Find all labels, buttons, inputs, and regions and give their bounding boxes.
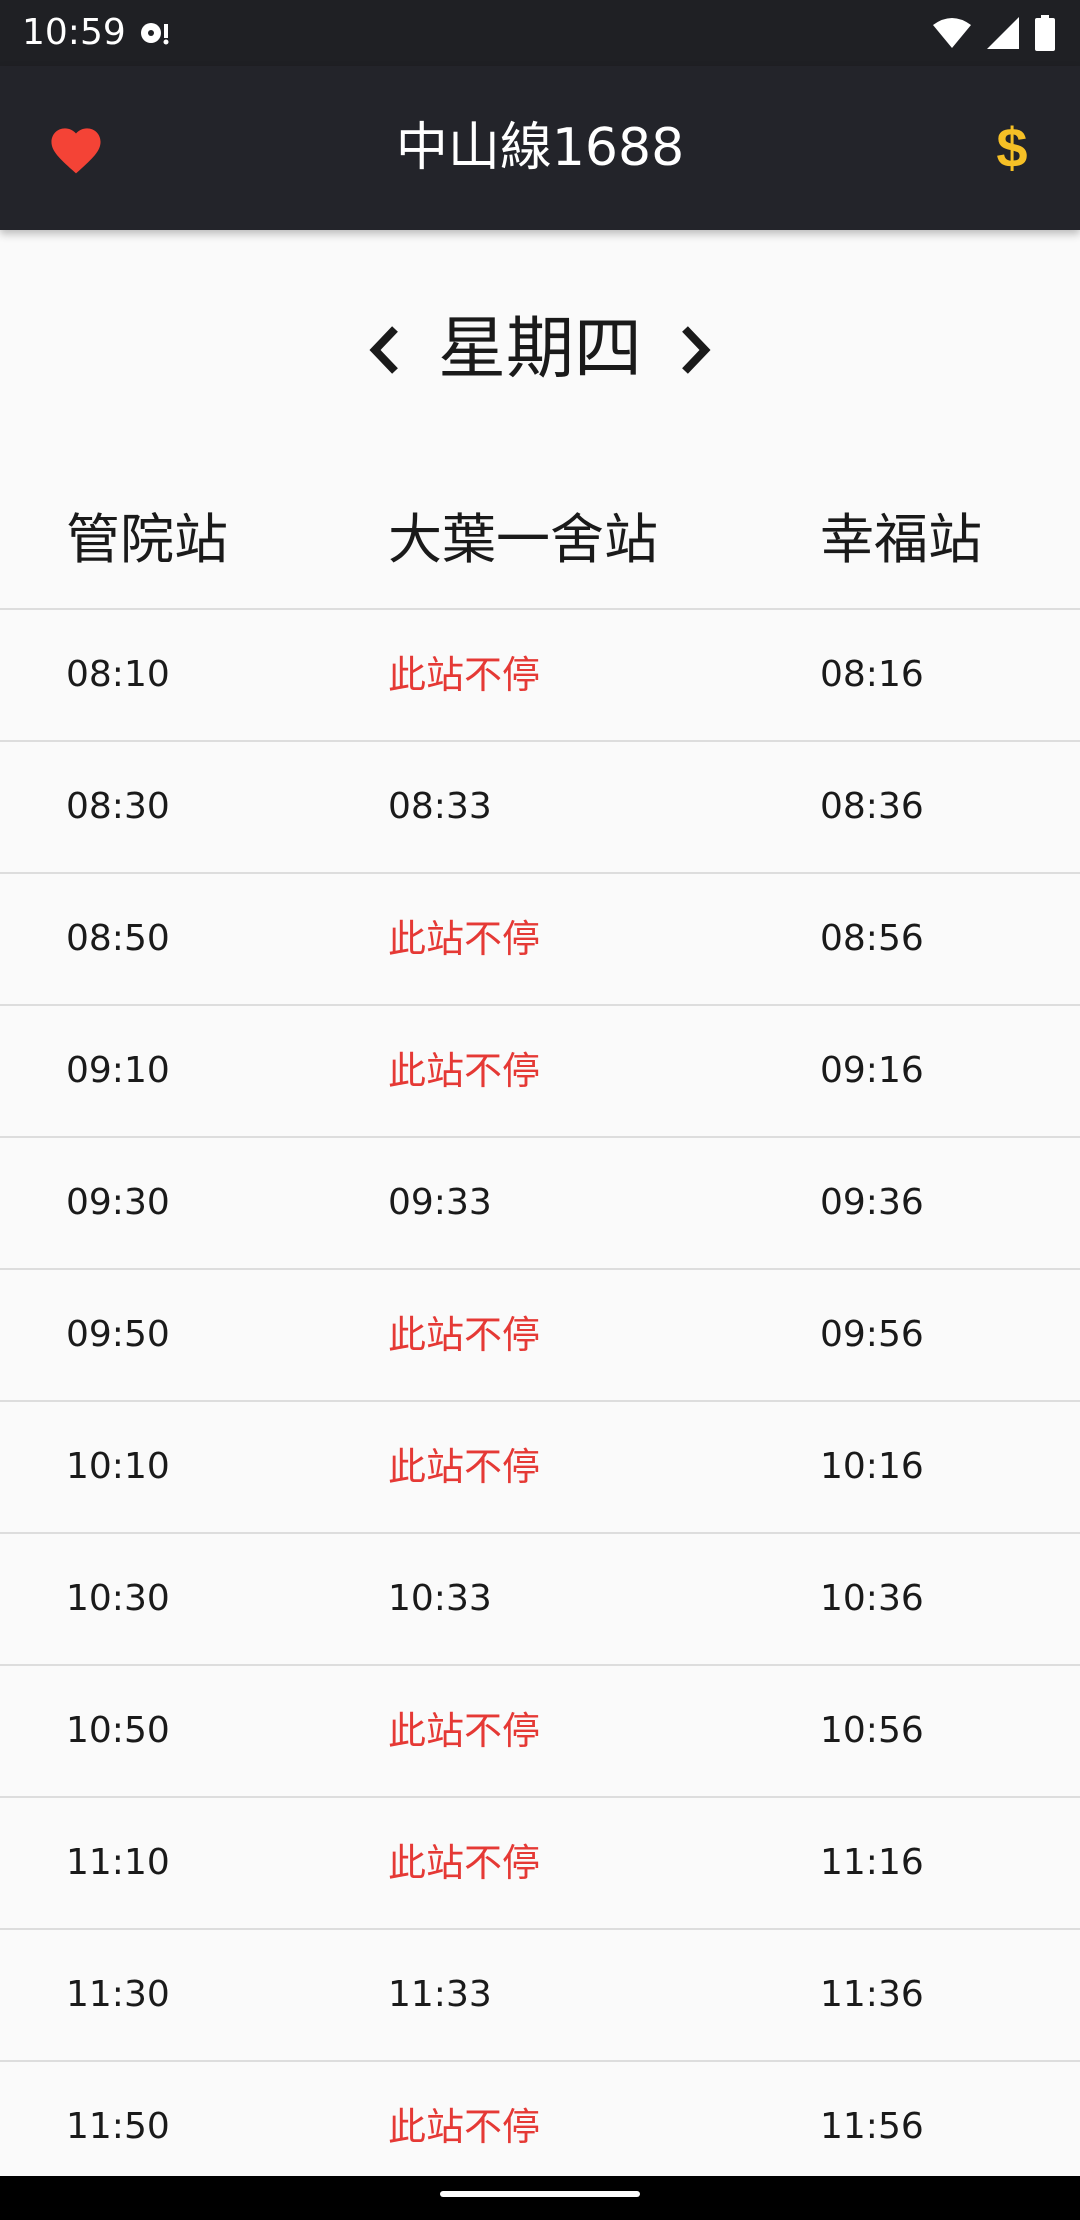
timetable-row: 09:10 此站不停 09:16: [0, 1006, 1080, 1138]
time-cell: 10:36: [820, 1578, 924, 1619]
time-cell: 此站不停: [388, 1445, 541, 1489]
time-cell: 11:10: [66, 1842, 170, 1883]
time-cell: 此站不停: [388, 1841, 541, 1885]
media-notification-icon: [141, 23, 169, 45]
app-title: 中山線1688: [395, 118, 685, 178]
time-cell: 11:33: [388, 1974, 492, 2015]
time-cell: 10:30: [66, 1578, 170, 1619]
station-header: 管院站: [66, 508, 228, 571]
day-selector: 星期四: [0, 300, 1080, 400]
timetable-row: 08:50 此站不停 08:56: [0, 874, 1080, 1006]
time-cell: 08:33: [388, 786, 492, 827]
timetable-list[interactable]: 08:10 此站不停 08:16 08:30 08:33 08:36 08:50 此站不停 08…: [0, 610, 1080, 2194]
timetable-row: 11:50 此站不停 11:56: [0, 2062, 1080, 2194]
time-cell: 09:10: [66, 1050, 170, 1091]
timetable-row: 10:10 此站不停 10:16: [0, 1402, 1080, 1534]
time-cell: 09:36: [820, 1182, 924, 1223]
chevron-left-icon: [369, 326, 398, 374]
time-cell: 此站不停: [388, 917, 541, 961]
time-cell: 11:30: [66, 1974, 170, 2015]
time-cell: 11:56: [820, 2106, 924, 2147]
navigation-bar: [0, 2176, 1080, 2220]
timetable-row: 10:30 10:33 10:36: [0, 1534, 1080, 1666]
time-cell: 11:16: [820, 1842, 924, 1883]
dollar-icon: $: [996, 116, 1028, 179]
screen: 10:59 中山線1688 $ 星期四 管院站 大葉一舍站 幸福站 08:10 …: [0, 0, 1080, 2220]
battery-icon: [1035, 15, 1055, 51]
timetable-row: 08:10 此站不停 08:16: [0, 610, 1080, 742]
timetable-row: 08:30 08:33 08:36: [0, 742, 1080, 874]
timetable-row: 11:10 此站不停 11:16: [0, 1798, 1080, 1930]
prev-day-button[interactable]: [356, 310, 412, 390]
time-cell: 10:10: [66, 1446, 170, 1487]
cell-signal-icon: [987, 17, 1019, 49]
time-cell: 08:56: [820, 918, 924, 959]
wifi-icon: [933, 18, 971, 48]
app-bar: 中山線1688 $: [0, 66, 1080, 230]
time-cell: 此站不停: [388, 1709, 541, 1753]
time-cell: 08:50: [66, 918, 170, 959]
time-cell: 09:16: [820, 1050, 924, 1091]
time-cell: 09:33: [388, 1182, 492, 1223]
time-cell: 10:16: [820, 1446, 924, 1487]
time-cell: 此站不停: [388, 653, 541, 697]
time-cell: 此站不停: [388, 2105, 541, 2149]
time-cell: 08:36: [820, 786, 924, 827]
time-cell: 11:36: [820, 1974, 924, 2015]
time-cell: 09:30: [66, 1182, 170, 1223]
station-header: 幸福站: [820, 508, 982, 571]
day-label: 星期四: [437, 310, 642, 389]
time-cell: 此站不停: [388, 1049, 541, 1093]
chevron-right-icon: [682, 326, 711, 374]
station-header-row: 管院站 大葉一舍站 幸福站: [0, 490, 1080, 590]
time-cell: 08:30: [66, 786, 170, 827]
home-indicator[interactable]: [440, 2191, 640, 2197]
time-cell: 11:50: [66, 2106, 170, 2147]
status-time: 10:59: [22, 12, 126, 53]
status-bar: 10:59: [0, 0, 1080, 66]
station-header: 大葉一舍站: [388, 508, 658, 571]
timetable-row: 09:30 09:33 09:36: [0, 1138, 1080, 1270]
timetable-row: 09:50 此站不停 09:56: [0, 1270, 1080, 1402]
time-cell: 10:50: [66, 1710, 170, 1751]
time-cell: 09:56: [820, 1314, 924, 1355]
next-day-button[interactable]: [668, 310, 724, 390]
time-cell: 10:33: [388, 1578, 492, 1619]
time-cell: 10:56: [820, 1710, 924, 1751]
donate-button[interactable]: $: [984, 108, 1040, 188]
time-cell: 此站不停: [388, 1313, 541, 1357]
time-cell: 08:16: [820, 654, 924, 695]
time-cell: 08:10: [66, 654, 170, 695]
time-cell: 09:50: [66, 1314, 170, 1355]
timetable-row: 10:50 此站不停 10:56: [0, 1666, 1080, 1798]
timetable-row: 11:30 11:33 11:36: [0, 1930, 1080, 2062]
